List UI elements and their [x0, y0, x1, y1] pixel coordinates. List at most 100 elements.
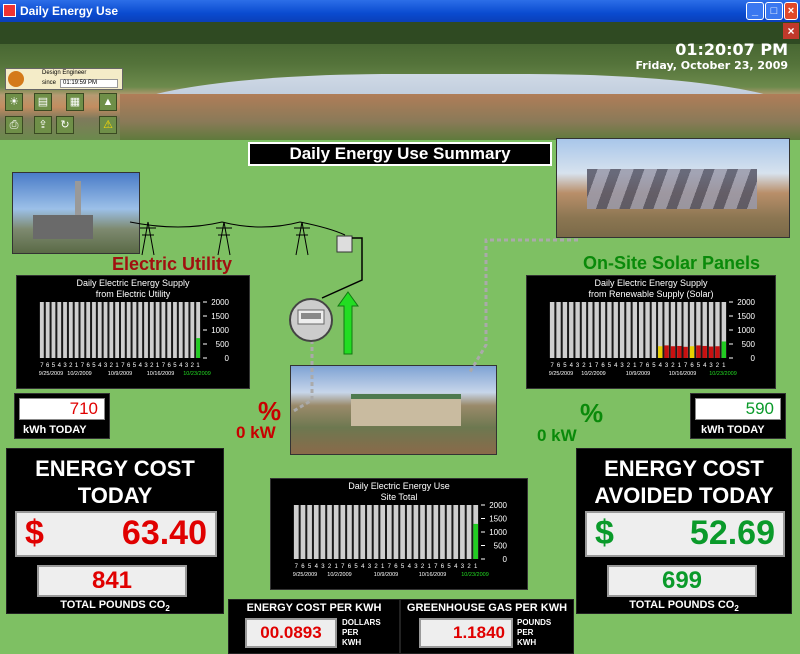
x-day-label: 3	[185, 363, 189, 369]
bar-slot	[333, 505, 339, 559]
x-date-label: 10/16/2009	[669, 371, 697, 377]
bar-slot	[639, 302, 644, 358]
bar-slot	[651, 302, 657, 358]
x-day-label: 4	[361, 564, 365, 570]
x-day-label: 4	[315, 564, 319, 570]
solar-kwh-box: 590 kWh TODAY	[690, 393, 786, 439]
cost-avoided-pounds: 699	[607, 565, 757, 597]
bar-slot	[619, 302, 625, 358]
bar-slot	[433, 505, 439, 559]
bar-slot	[103, 302, 108, 358]
data-bar	[715, 346, 720, 358]
cost-today-pounds-label: TOTAL POUNDS CO2	[60, 599, 170, 614]
x-day-label: 6	[601, 363, 605, 369]
x-day-label: 3	[144, 363, 148, 369]
x-day-label: 7	[551, 363, 555, 369]
bar-slot	[393, 505, 399, 559]
x-day-label: 1	[381, 564, 385, 570]
site-chart-plot: 20001500100050007 6 5 4 3 2 1 7 6 5 4 3 2 1 7 6 5 4 3 2 1 7 6 5…	[293, 501, 508, 578]
bar-slot	[144, 302, 148, 358]
y-tick-label: 1500	[489, 515, 507, 524]
bar-slot	[581, 302, 587, 358]
x-day-label: 4	[408, 564, 412, 570]
cost-today-value-box: $ 63.40	[15, 511, 217, 557]
x-date-label: 10/23/2009	[183, 371, 211, 377]
utility-chart-plot: 20001500100050007 6 5 4 3 2 1 7 6 5 4 3 2 1 7 6 5 4 3 2 1 7 6 5…	[39, 298, 230, 377]
bar-slot	[294, 505, 299, 559]
x-day-label: 1	[75, 363, 79, 369]
data-bar	[664, 345, 669, 358]
utility-kwh-box: 710 kWh TODAY	[14, 393, 110, 439]
x-date-label: 9/25/2009	[549, 371, 573, 377]
data-bar	[689, 346, 695, 358]
x-day-label: 3	[321, 564, 325, 570]
y-tick-label: 1000	[489, 528, 507, 537]
solar-kw: 0 kW	[537, 426, 577, 445]
data-bar	[683, 346, 688, 358]
bar-slot	[92, 302, 96, 358]
x-day-label: 2	[110, 363, 114, 369]
bar-slot	[420, 505, 425, 559]
x-day-label: 7	[388, 564, 392, 570]
x-day-label: 4	[179, 363, 183, 369]
ghg-per-kwh-heading: GREENHOUSE GAS PER KWH	[406, 602, 568, 614]
bar-slot	[74, 302, 79, 358]
x-date-label: 10/23/2009	[461, 572, 489, 578]
x-day-label: 3	[368, 564, 372, 570]
x-day-label: 3	[665, 363, 669, 369]
bar-slot	[446, 505, 452, 559]
bar-slot	[400, 505, 405, 559]
cost-per-kwh-unit: DOLLARS PER KWH	[342, 618, 381, 647]
power-lines	[129, 221, 346, 256]
utility-chart: Daily Electric Energy Supply from Electr…	[16, 275, 250, 389]
x-day-label: 4	[98, 363, 102, 369]
x-day-label: 6	[301, 564, 305, 570]
power-up-arrow-icon	[337, 291, 359, 355]
bar-slot	[149, 302, 154, 358]
bar-slot	[426, 505, 432, 559]
bar-slot	[645, 302, 650, 358]
x-day-label: 2	[69, 363, 73, 369]
x-day-label: 2	[191, 363, 195, 369]
x-day-label: 3	[620, 363, 624, 369]
ghg-per-kwh-unit: POUNDS PER KWH	[517, 618, 552, 647]
bar-slot	[121, 302, 125, 358]
bar-slot	[161, 302, 166, 358]
bar-slot	[600, 302, 606, 358]
x-day-label: 4	[659, 363, 663, 369]
cost-per-kwh-heading: ENERGY COST PER KWH	[246, 602, 382, 614]
bar-slot	[347, 505, 352, 559]
y-tick-label: 1000	[211, 326, 229, 335]
cost-today-heading-1: ENERGY COST	[35, 456, 195, 481]
x-day-label: 3	[461, 564, 465, 570]
x-date-label: 10/2/2009	[581, 371, 605, 377]
x-day-label: 2	[467, 564, 471, 570]
bar-slot	[466, 505, 472, 559]
x-day-label: 6	[46, 363, 50, 369]
x-day-label: 2	[716, 363, 720, 369]
x-day-label: 5	[308, 564, 312, 570]
x-date-label: 10/9/2009	[374, 572, 398, 578]
x-day-label: 2	[582, 363, 586, 369]
bar-slot	[45, 302, 50, 358]
y-tick-label: 500	[494, 542, 508, 551]
x-day-label: 4	[614, 363, 618, 369]
cost-avoided-pounds-label: TOTAL POUNDS CO2	[629, 599, 739, 614]
x-day-label: 7	[434, 564, 438, 570]
data-bar	[677, 345, 682, 358]
bar-slot	[138, 302, 143, 358]
bar-slot	[340, 505, 346, 559]
bar-slot	[80, 302, 85, 358]
bar-slot	[550, 302, 555, 358]
x-day-label: 6	[394, 564, 398, 570]
x-date-label: 10/2/2009	[327, 572, 351, 578]
x-day-label: 6	[557, 363, 561, 369]
cost-avoided-currency: $	[595, 514, 614, 552]
x-day-label: 4	[570, 363, 574, 369]
x-day-label: 6	[168, 363, 172, 369]
x-day-label: 7	[684, 363, 688, 369]
bar-slot	[51, 302, 56, 358]
bar-slot	[40, 302, 44, 358]
x-day-label: 2	[671, 363, 675, 369]
x-day-label: 1	[678, 363, 682, 369]
